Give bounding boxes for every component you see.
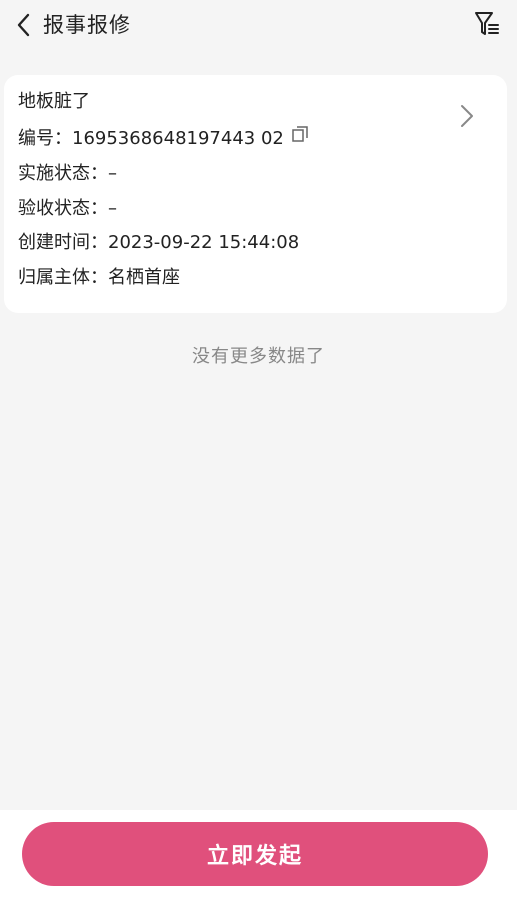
acceptance-status-label: 验收状态： [18, 198, 108, 219]
chevron-left-icon [17, 13, 30, 37]
page-title: 报事报修 [43, 13, 131, 37]
chevron-right-icon [461, 105, 473, 127]
acceptance-status-value: – [108, 198, 117, 219]
copy-button[interactable] [290, 124, 310, 144]
record-title: 地板脏了 [18, 91, 90, 112]
owner-entity-value: 名栖首座 [108, 267, 180, 288]
implementation-status-row: 实施状态： – [18, 161, 117, 187]
record-number-label: 编号： [18, 128, 72, 149]
back-button[interactable] [10, 10, 36, 40]
list-end-text: 没有更多数据了 [192, 346, 325, 367]
implementation-status-label: 实施状态： [18, 163, 108, 184]
filter-button[interactable] [473, 9, 501, 39]
bottom-bar: 立即发起 [0, 810, 517, 908]
record-number-row: 编号： 1695368648197443 02 [18, 126, 310, 152]
owner-entity-label: 归属主体： [18, 267, 108, 288]
header: 报事报修 [0, 0, 517, 50]
filter-icon [475, 12, 499, 35]
submit-report-button[interactable]: 立即发起 [22, 822, 488, 886]
implementation-status-value: – [108, 163, 117, 184]
repair-record-card[interactable]: 地板脏了 编号： 1695368648197443 02 实施状态： – 验收状… [4, 75, 507, 313]
app: 报事报修 地板脏了 编号： 1695368648197443 02 实施状态： [0, 0, 517, 908]
copy-icon [292, 126, 308, 142]
record-number-value: 1695368648197443 02 [72, 128, 284, 149]
created-time-row: 创建时间： 2023-09-22 15:44:08 [18, 230, 299, 256]
owner-entity-row: 归属主体： 名栖首座 [18, 265, 180, 291]
created-time-value: 2023-09-22 15:44:08 [108, 232, 300, 253]
created-time-label: 创建时间： [18, 232, 108, 253]
acceptance-status-row: 验收状态： – [18, 196, 117, 222]
